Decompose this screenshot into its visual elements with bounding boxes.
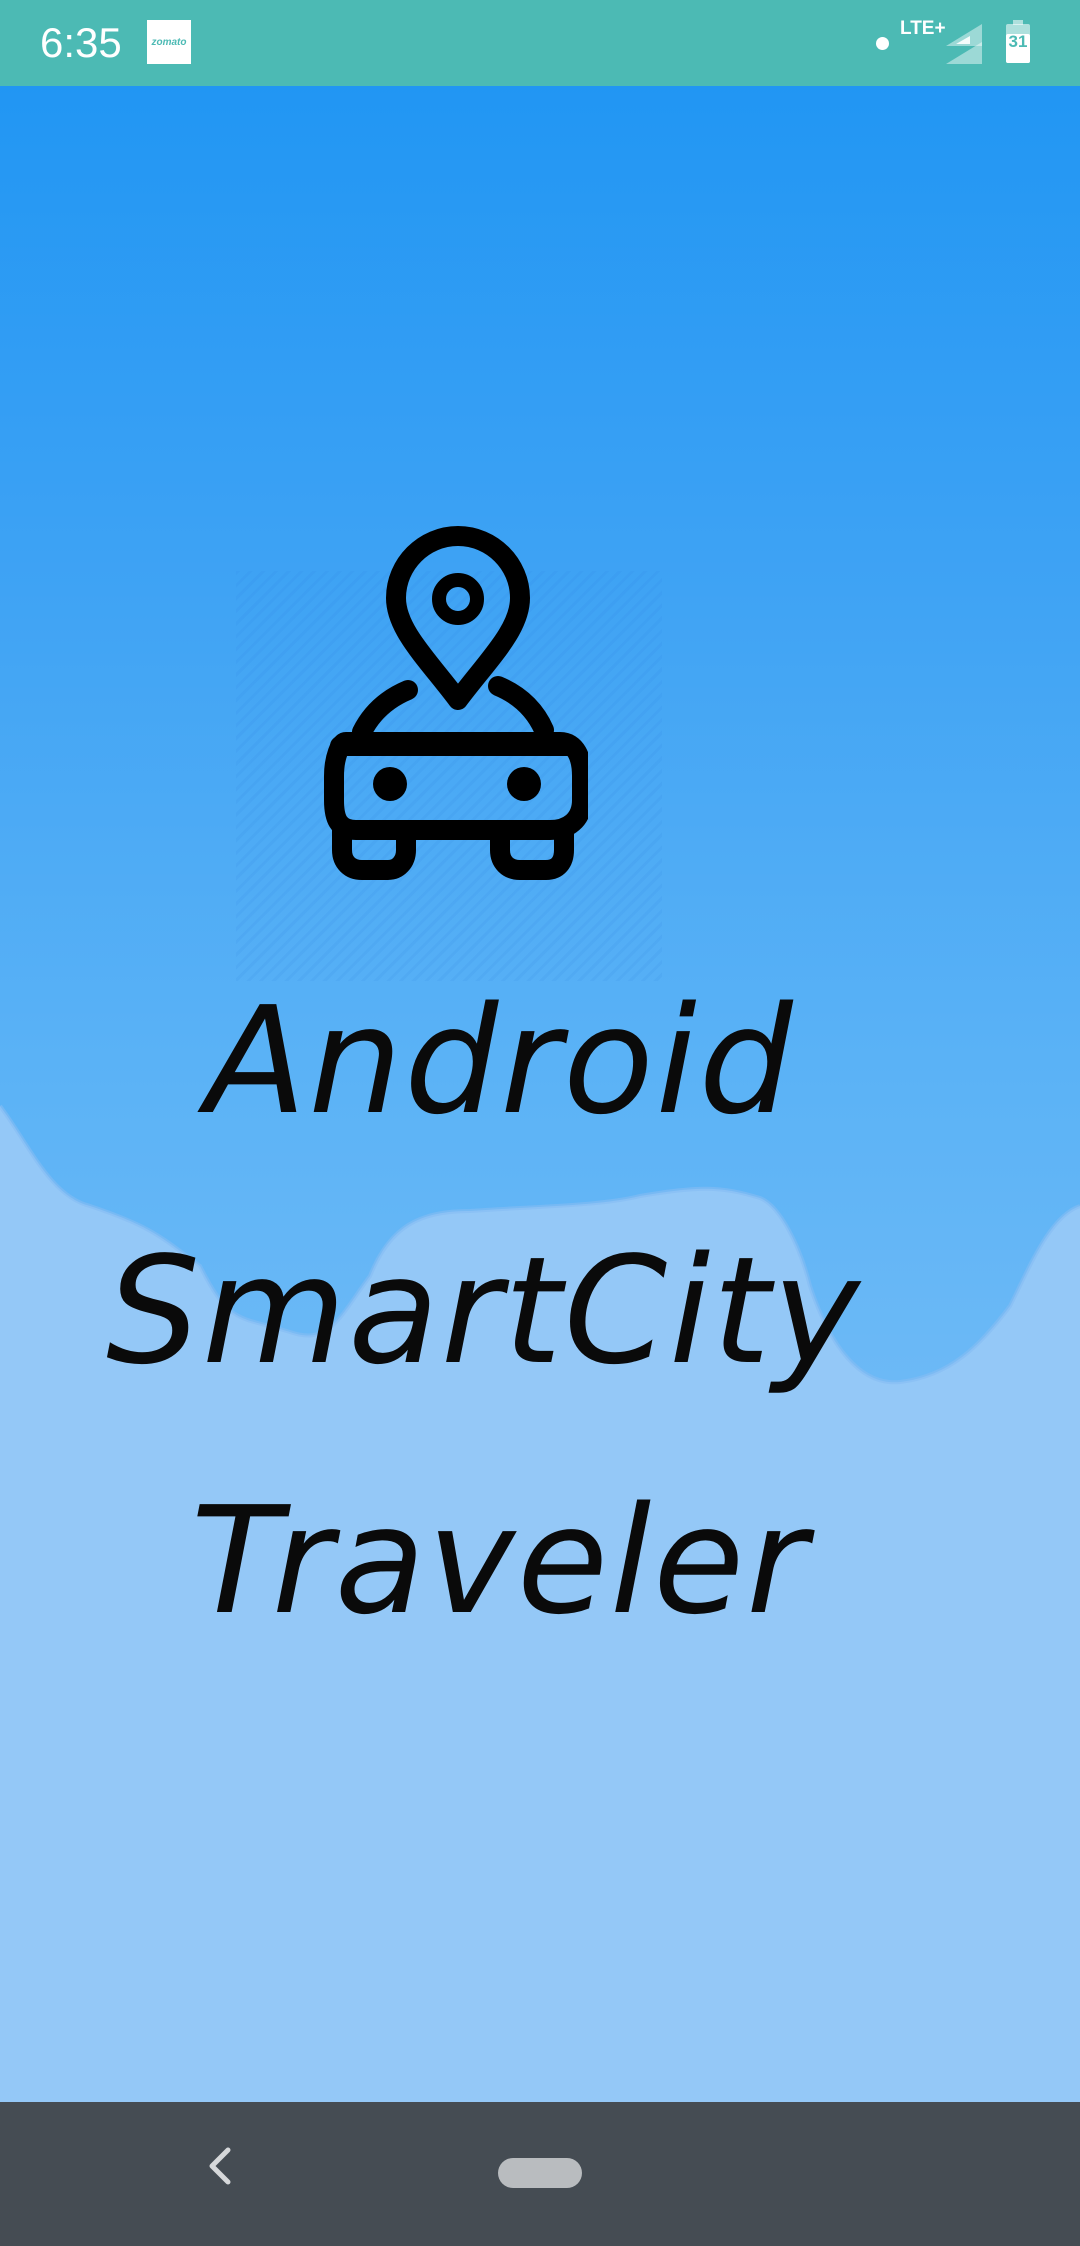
zomato-notification-label: zomato bbox=[151, 36, 187, 48]
app-title-line-2: SmartCity bbox=[106, 1225, 862, 1397]
home-pill-icon[interactable] bbox=[498, 2158, 582, 2188]
status-time: 6:35 bbox=[40, 19, 122, 66]
dot-icon bbox=[876, 37, 889, 50]
battery-level: 31 bbox=[1008, 32, 1028, 51]
splash-screen: 6:35 zomato LTE+ 31 Android SmartCity Tr… bbox=[0, 0, 1080, 2246]
zomato-notification-icon: zomato bbox=[147, 20, 191, 64]
app-title-line-1: Android bbox=[205, 975, 795, 1147]
app-title-line-3: Traveler bbox=[190, 1475, 810, 1647]
location-pin-car-icon bbox=[324, 526, 588, 880]
status-bar: 6:35 zomato LTE+ 31 bbox=[0, 0, 1080, 86]
network-type-label: LTE+ bbox=[900, 18, 946, 39]
navigation-bar bbox=[0, 2102, 1080, 2246]
signal-icon bbox=[946, 24, 982, 64]
back-icon[interactable] bbox=[190, 2136, 250, 2196]
